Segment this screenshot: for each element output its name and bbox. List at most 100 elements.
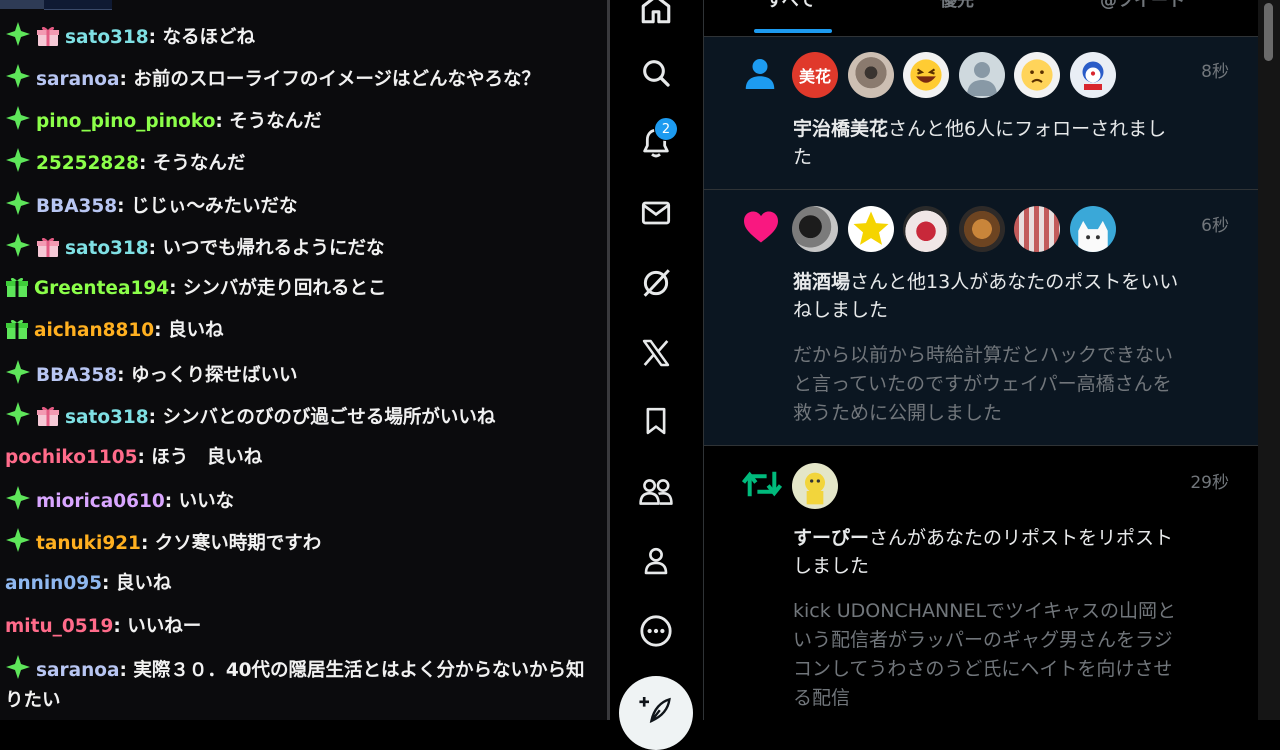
chat-message: aichan8810: 良いね <box>5 316 600 346</box>
diamond-badge-icon <box>5 654 31 680</box>
chat-username[interactable]: saranoa <box>36 660 119 681</box>
communities-icon[interactable] <box>636 472 676 512</box>
chat-message: 25252828: そうなんだ <box>5 147 600 179</box>
tab-mentions[interactable]: @ツイート <box>1100 0 1185 11</box>
diamond-badge-icon <box>5 147 31 173</box>
tab-all[interactable]: すべて <box>766 0 815 11</box>
chat-username[interactable]: pino_pino_pinoko <box>36 111 215 132</box>
chat-message: pino_pino_pinoko: そうなんだ <box>5 105 600 137</box>
chat-message: BBA358: じじぃ〜みたいだな <box>5 190 600 222</box>
compose-button[interactable] <box>619 676 693 750</box>
chat-username[interactable]: BBA358 <box>36 196 117 217</box>
profile-icon[interactable] <box>636 541 676 581</box>
person-icon <box>742 56 778 96</box>
avatar[interactable] <box>792 463 838 509</box>
chat-message: sato318: いつでも帰れるようにだな <box>5 232 600 264</box>
more-icon[interactable] <box>636 611 676 651</box>
chat-message: BBA358: ゆっくり探せばいい <box>5 359 600 391</box>
diamond-badge-icon <box>5 359 31 385</box>
chat-message: pochiko1105: ほう 良いね <box>5 447 263 468</box>
post-snippet[interactable]: だから以前から時給計算だとハックできないと言っていたのですがウェイパー高橋さんを… <box>793 341 1183 428</box>
star-icon <box>853 211 889 245</box>
chat-message: saranoa: 実際３０．40代の隠居生活とはよく分からないから知りたい <box>5 654 600 716</box>
character-avatar-icon <box>805 472 825 505</box>
search-icon[interactable] <box>636 53 676 93</box>
avatar[interactable] <box>959 52 1005 98</box>
active-tab-indicator <box>754 29 832 33</box>
chat-text: 良いね <box>167 320 224 341</box>
notification-repost[interactable]: 29秒 すーぴーさんがあなたのリポストをリポストしました kick UDONCH… <box>704 446 1259 720</box>
chat-username[interactable]: aichan8810 <box>34 320 154 341</box>
diamond-badge-icon <box>5 527 31 553</box>
chat-username[interactable]: tanuki921 <box>36 533 141 554</box>
chat-username[interactable]: saranoa <box>36 69 119 90</box>
avatar[interactable] <box>959 206 1005 252</box>
avatar[interactable] <box>792 206 838 252</box>
chat-text: ゆっくり探せばいい <box>130 365 298 386</box>
gift-badge-icon <box>36 405 60 427</box>
chat-username[interactable]: sato318 <box>65 238 149 259</box>
grok-icon[interactable] <box>636 263 676 303</box>
avatar[interactable] <box>1014 52 1060 98</box>
bookmark-icon[interactable] <box>636 401 676 441</box>
tab-priority[interactable]: 優先 <box>940 0 974 11</box>
notification-text: 宇治橋美花さんと他6人にフォローされました <box>793 115 1183 171</box>
notification-time: 29秒 <box>1190 473 1229 493</box>
chat-username[interactable]: annin095 <box>5 573 102 594</box>
green-gift-badge-icon <box>5 276 29 298</box>
actor-name[interactable]: すーぴー <box>793 527 869 549</box>
diamond-badge-icon <box>5 232 31 258</box>
worried-emoji-icon <box>1021 59 1053 91</box>
chat-username[interactable]: sato318 <box>65 407 149 428</box>
chat-text: なるほどね <box>162 27 256 48</box>
chat-text: いいねー <box>127 616 202 637</box>
gift-badge-icon <box>36 25 60 47</box>
avatar[interactable] <box>903 52 949 98</box>
post-snippet[interactable]: kick UDONCHANNELでツイキャスの山岡という配信者がラッパーのギャグ… <box>793 597 1183 713</box>
home-icon[interactable] <box>636 0 676 29</box>
mascot-icon <box>1082 61 1104 90</box>
scrollbar[interactable] <box>1258 0 1280 720</box>
actor-name[interactable]: 猫酒場 <box>793 271 850 293</box>
avatar[interactable] <box>903 206 949 252</box>
chat-username[interactable]: sato318 <box>65 27 149 48</box>
chat-message: sato318: シンバとのびのび過ごせる場所がいいね <box>5 401 600 433</box>
chat-message: tanuki921: クソ寒い時期ですわ <box>5 527 600 559</box>
chat-text: いつでも帰れるようにだな <box>162 238 385 259</box>
mail-icon[interactable] <box>636 193 676 233</box>
chat-message: Greentea194: シンバが走り回れるとこ <box>5 274 600 304</box>
diamond-badge-icon <box>5 190 31 216</box>
notification-follow[interactable]: 美花 8秒 宇治橋美花さんと他6人にフォローされました <box>704 37 1259 190</box>
chat-message: mitu_0519: いいねー <box>5 616 202 637</box>
chat-text: お前のスローライフのイメージはどんなやろな？ <box>133 69 540 90</box>
notification-like[interactable]: 6秒 猫酒場さんと他13人があなたのポストをいいねしました だから以前から時給計… <box>704 190 1259 446</box>
avatar[interactable] <box>1070 206 1116 252</box>
gift-badge-icon <box>36 236 60 258</box>
chat-username[interactable]: mitu_0519 <box>5 616 113 637</box>
avatar[interactable] <box>1070 52 1116 98</box>
avatar[interactable] <box>1014 206 1060 252</box>
chat-username[interactable]: pochiko1105 <box>5 447 137 468</box>
repost-icon <box>741 466 783 506</box>
chat-username[interactable]: BBA358 <box>36 365 117 386</box>
notification-count-badge: 2 <box>654 117 678 141</box>
chat-username[interactable]: miorica0610 <box>36 491 165 512</box>
avatar[interactable] <box>848 52 894 98</box>
x-logo-icon[interactable] <box>636 333 676 373</box>
notification-action: さんと他13人があなたのポストをいいねしました <box>793 271 1179 321</box>
cat-icon <box>1078 220 1108 252</box>
chat-text: 良いね <box>115 573 172 594</box>
avatar[interactable] <box>848 206 894 252</box>
actor-name[interactable]: 宇治橋美花 <box>793 118 888 140</box>
chat-text: じじぃ〜みたいだな <box>130 196 298 217</box>
diamond-badge-icon <box>5 21 31 47</box>
chat-username[interactable]: Greentea194 <box>34 278 169 299</box>
live-chat-panel: sato318: なるほどね saranoa: お前のスローライフのイメージはど… <box>0 0 607 720</box>
avatar[interactable]: 美花 <box>792 52 838 98</box>
chat-text: いいな <box>178 491 235 512</box>
x-nav-rail: 2 <box>610 0 703 750</box>
diamond-badge-icon <box>5 401 31 427</box>
notification-time: 8秒 <box>1201 62 1229 82</box>
chat-username[interactable]: 25252828 <box>36 153 139 174</box>
scrollbar-thumb[interactable] <box>1264 3 1273 61</box>
